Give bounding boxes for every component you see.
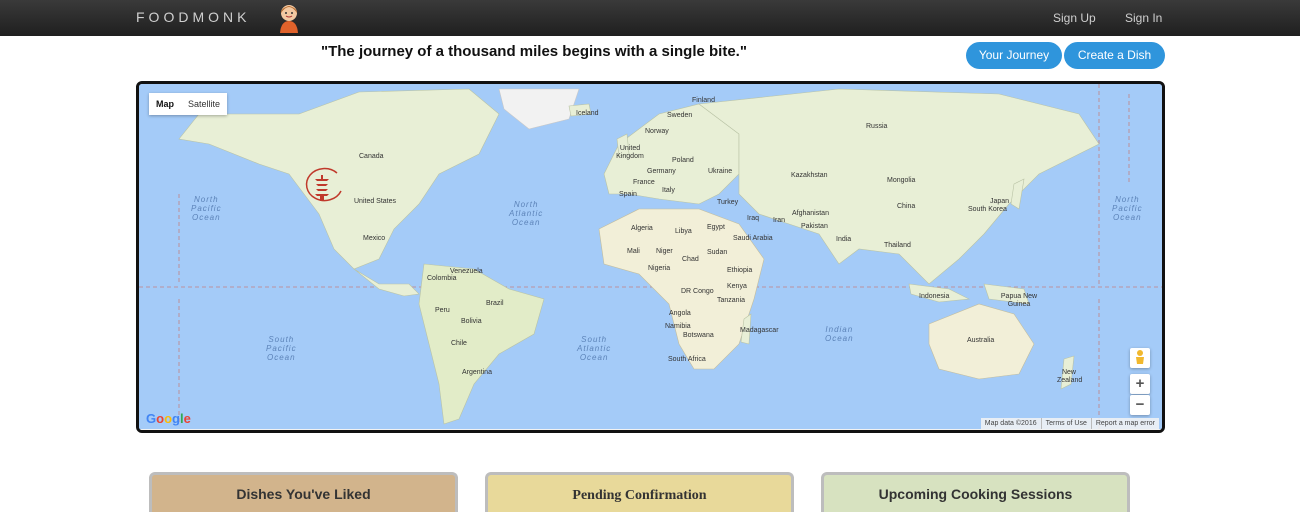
country-label: Botswana xyxy=(683,332,714,339)
map-canvas xyxy=(139,84,1162,430)
zoom-in-button[interactable]: + xyxy=(1130,374,1150,394)
country-label: Kazakhstan xyxy=(791,172,828,179)
sign-in-link[interactable]: Sign In xyxy=(1125,11,1162,25)
country-label: Russia xyxy=(866,123,888,130)
world-map[interactable]: Map Satellite Iceland Finland Sweden Nor… xyxy=(136,81,1165,433)
country-label: United Kingdom xyxy=(616,145,644,160)
country-label: Madagascar xyxy=(740,327,779,334)
country-label: Saudi Arabia xyxy=(733,235,773,242)
country-label: Pakistan xyxy=(801,223,828,230)
country-label: Thailand xyxy=(884,242,911,249)
ocean-label: North Pacific Ocean xyxy=(1112,195,1143,222)
country-label: Canada xyxy=(359,153,384,160)
ocean-label: North Pacific Ocean xyxy=(191,195,222,222)
navbar: FOODMONK Sign Up Sign In xyxy=(0,0,1300,36)
panel-pending-confirmation[interactable]: Pending Confirmation xyxy=(485,472,794,512)
country-label: Germany xyxy=(647,168,676,175)
country-label: Japan xyxy=(990,198,1010,205)
country-label: Mali xyxy=(627,248,640,255)
country-label: Niger xyxy=(656,248,673,255)
country-label: Italy xyxy=(662,187,675,194)
pegman-icon[interactable] xyxy=(1130,348,1150,368)
country-label: Chad xyxy=(682,256,699,263)
country-label: Iraq xyxy=(747,215,760,222)
country-label: Mongolia xyxy=(887,177,916,184)
map-type-map[interactable]: Map xyxy=(149,93,181,115)
country-label: Algeria xyxy=(631,225,653,232)
report-map-error-link[interactable]: Report a map error xyxy=(1090,418,1159,429)
country-label: Libya xyxy=(675,228,692,235)
country-label: Brazil xyxy=(486,300,504,307)
country-label: Sweden xyxy=(667,112,693,119)
panel-dishes-liked[interactable]: Dishes You've Liked xyxy=(149,472,458,512)
country-label: Chile xyxy=(451,340,467,347)
ocean-label: Indian Ocean xyxy=(825,325,854,343)
country-label: Angola xyxy=(669,310,691,317)
google-logo[interactable]: Google xyxy=(146,411,191,426)
country-label: New Zealand xyxy=(1057,369,1083,384)
country-label: Finland xyxy=(692,97,715,104)
country-label: Poland xyxy=(672,157,694,164)
panel-upcoming-sessions[interactable]: Upcoming Cooking Sessions xyxy=(821,472,1130,512)
country-label: Namibia xyxy=(665,323,691,330)
country-label: Mexico xyxy=(363,235,386,242)
pagoda-marker-icon[interactable] xyxy=(301,167,343,203)
zoom-out-button[interactable]: − xyxy=(1130,395,1150,415)
monk-icon[interactable] xyxy=(276,3,302,33)
country-label: Indonesia xyxy=(919,293,950,300)
map-type-control: Map Satellite xyxy=(149,93,228,115)
ocean-label: South Atlantic Ocean xyxy=(577,335,612,362)
country-label: Iceland xyxy=(576,110,599,117)
tagline-quote: "The journey of a thousand miles begins … xyxy=(321,43,747,60)
panel-title: Pending Confirmation xyxy=(572,488,707,503)
country-label: Ethiopia xyxy=(727,267,753,274)
country-label: Peru xyxy=(435,307,450,314)
country-label: South Africa xyxy=(668,356,706,363)
sign-up-link[interactable]: Sign Up xyxy=(1053,11,1096,25)
country-label: Norway xyxy=(645,128,669,135)
country-label: China xyxy=(897,203,916,210)
country-label: Egypt xyxy=(707,224,725,231)
country-label: Spain xyxy=(619,191,637,198)
country-label: Nigeria xyxy=(648,265,671,272)
create-dish-button[interactable]: Create a Dish xyxy=(1064,42,1165,69)
map-type-satellite[interactable]: Satellite xyxy=(181,93,227,115)
terms-of-use-link[interactable]: Terms of Use xyxy=(1040,418,1091,429)
country-label: Papua New Guinea xyxy=(1000,293,1038,308)
country-label: Turkey xyxy=(717,199,739,206)
map-data-label: Map data ©2016 xyxy=(984,420,1037,427)
country-label: Afghanistan xyxy=(792,210,829,217)
map-attribution-bar: Map data ©2016 Terms of Use Report a map… xyxy=(980,418,1159,429)
country-label: Argentina xyxy=(462,369,492,376)
country-label: DR Congo xyxy=(681,288,714,295)
country-label: Venezuela xyxy=(450,268,483,275)
country-label: Australia xyxy=(967,337,995,344)
country-label: Ukraine xyxy=(708,168,733,175)
country-label: United States xyxy=(354,198,397,205)
country-label: South Korea xyxy=(968,206,1007,213)
ocean-label: North Atlantic Ocean xyxy=(509,200,544,227)
brand-name[interactable]: FOODMONK xyxy=(136,9,250,25)
ocean-label: South Pacific Ocean xyxy=(266,335,297,362)
country-label: France xyxy=(633,179,655,186)
country-label: India xyxy=(836,236,852,243)
country-label: Colombia xyxy=(427,275,457,282)
country-label: Kenya xyxy=(727,283,747,290)
country-label: Iran xyxy=(773,217,786,224)
country-label: Tanzania xyxy=(717,297,746,304)
your-journey-button[interactable]: Your Journey xyxy=(966,42,1062,69)
country-label: Bolivia xyxy=(461,318,482,325)
country-label: Sudan xyxy=(707,249,728,256)
